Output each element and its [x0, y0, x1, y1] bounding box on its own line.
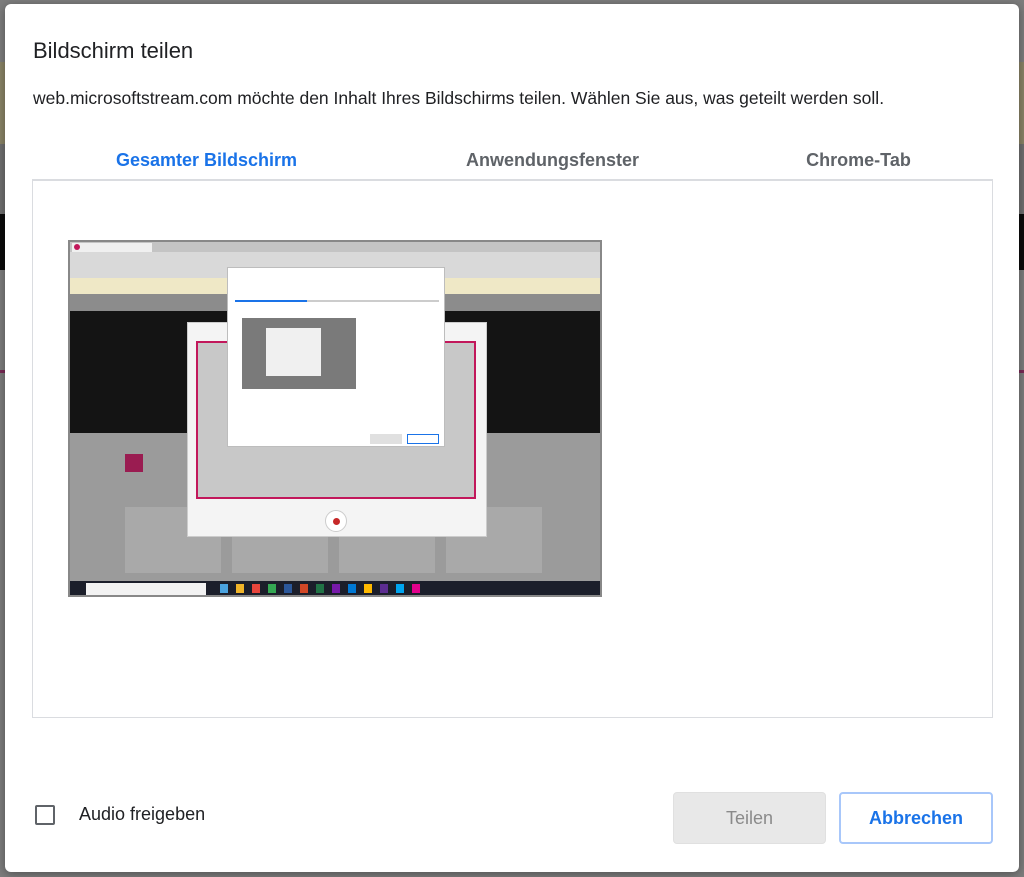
thumbnail-nested-cancel-button [407, 434, 439, 444]
thumbnail-nested-share-button [370, 434, 402, 444]
tab-entire-screen[interactable]: Gesamter Bildschirm [32, 138, 381, 185]
thumbnail-taskbar-icon [284, 584, 292, 593]
cancel-button[interactable]: Abbrechen [839, 792, 993, 844]
thumbnail-taskbar-icon [252, 584, 260, 593]
thumbnail-taskbar-icon [300, 584, 308, 593]
thumbnail-taskbar-icon [220, 584, 228, 593]
thumbnail-pink-avatar [125, 454, 143, 472]
thumbnail-taskbar-icon [332, 584, 340, 593]
thumbnail-taskbar-icon [348, 584, 356, 593]
thumbnail-browser-tab [72, 243, 152, 252]
audio-share-checkbox[interactable] [35, 804, 55, 825]
dialog-subtitle: web.microsoftstream.com möchte den Inhal… [33, 88, 885, 108]
thumbnail-taskbar-icon [316, 584, 324, 593]
thumbnail-nested-preview-inner [266, 328, 321, 376]
source-tabs: Gesamter Bildschirm Anwendungsfenster Ch… [32, 138, 993, 185]
thumbnail-taskbar-icon [380, 584, 388, 593]
audio-share-label[interactable]: Audio freigeben [79, 804, 205, 825]
screen-share-dialog: Bildschirm teilen web.microsoftstream.co… [5, 4, 1019, 872]
thumbnail-taskbar-icon [364, 584, 372, 593]
source-list-panel [32, 181, 993, 718]
thumbnail-taskbar-icon [236, 584, 244, 593]
share-button[interactable]: Teilen [673, 792, 826, 844]
thumbnail-taskbar-icon [268, 584, 276, 593]
thumbnail-taskbar-icon [412, 584, 420, 593]
audio-share-row: Audio freigeben [35, 804, 205, 825]
thumbnail-taskbar-search [86, 583, 206, 595]
thumbnail-favicon-icon [74, 244, 80, 250]
thumbnail-nested-active-tab [235, 300, 307, 302]
thumbnail-record-icon [325, 510, 347, 532]
thumbnail-taskbar-icon [396, 584, 404, 593]
tab-application-window[interactable]: Anwendungsfenster [381, 138, 724, 182]
screen-thumbnail[interactable] [68, 240, 602, 597]
dialog-title: Bildschirm teilen [33, 38, 194, 63]
tab-chrome-tab[interactable]: Chrome-Tab [724, 138, 993, 182]
